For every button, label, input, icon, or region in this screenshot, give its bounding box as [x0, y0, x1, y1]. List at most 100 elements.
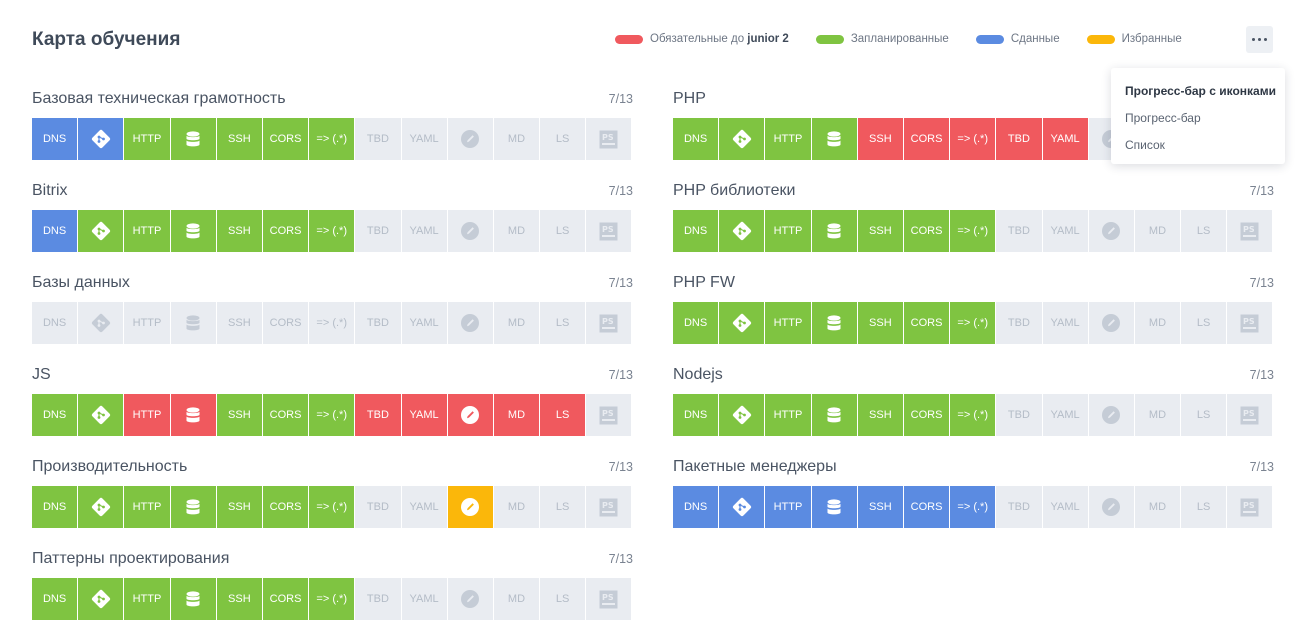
progress-cell[interactable]	[78, 118, 124, 160]
progress-cell[interactable]: LS	[540, 210, 586, 252]
progress-cell[interactable]: => (.*)	[950, 302, 996, 344]
progress-cell[interactable]: LS	[1181, 486, 1227, 528]
progress-cell[interactable]: SSH	[216, 394, 262, 436]
progress-cell[interactable]: TBD	[996, 210, 1042, 252]
progress-cell[interactable]	[719, 486, 765, 528]
progress-cell[interactable]: YAML	[1042, 486, 1088, 528]
progress-cell[interactable]	[170, 210, 216, 252]
progress-cell[interactable]: DNS	[673, 118, 719, 160]
progress-cell[interactable]: HTTP	[124, 578, 170, 620]
progress-cell[interactable]: TBD	[355, 394, 401, 436]
progress-cell[interactable]: SSH	[216, 210, 262, 252]
progress-cell[interactable]	[170, 118, 216, 160]
progress-cell[interactable]: SSH	[216, 486, 262, 528]
progress-cell[interactable]	[78, 210, 124, 252]
progress-cell[interactable]: LS	[1181, 394, 1227, 436]
progress-cell[interactable]: HTTP	[124, 118, 170, 160]
progress-cell[interactable]: PS	[1227, 394, 1273, 436]
progress-cell[interactable]: MD	[493, 394, 540, 436]
progress-cell[interactable]: DNS	[673, 486, 719, 528]
progress-cell[interactable]: YAML	[401, 486, 447, 528]
section-title[interactable]: Производительность	[32, 458, 187, 476]
progress-cell[interactable]: TBD	[355, 486, 401, 528]
progress-cell[interactable]	[170, 486, 216, 528]
progress-cell[interactable]	[170, 578, 216, 620]
progress-cell[interactable]: DNS	[673, 394, 719, 436]
progress-cell[interactable]: YAML	[1042, 118, 1088, 160]
progress-cell[interactable]: HTTP	[124, 210, 170, 252]
progress-cell[interactable]: MD	[1134, 302, 1181, 344]
progress-cell[interactable]: LS	[540, 486, 586, 528]
section-title[interactable]: JS	[32, 366, 51, 384]
progress-cell[interactable]: TBD	[996, 394, 1042, 436]
progress-cell[interactable]: SSH	[216, 118, 262, 160]
more-options-button[interactable]	[1246, 26, 1273, 53]
progress-cell[interactable]: => (.*)	[309, 302, 355, 344]
progress-cell[interactable]: HTTP	[124, 302, 170, 344]
progress-cell[interactable]	[1088, 394, 1134, 436]
progress-cell[interactable]: MD	[493, 118, 540, 160]
section-title[interactable]: PHP библиотеки	[673, 182, 795, 200]
progress-cell[interactable]: YAML	[401, 578, 447, 620]
progress-cell[interactable]	[1088, 302, 1134, 344]
progress-cell[interactable]: PS	[586, 118, 632, 160]
progress-cell[interactable]: MD	[493, 302, 540, 344]
progress-cell[interactable]: DNS	[32, 302, 78, 344]
progress-cell[interactable]: DNS	[32, 486, 78, 528]
progress-cell[interactable]	[811, 302, 857, 344]
progress-cell[interactable]: SSH	[857, 394, 903, 436]
progress-cell[interactable]: TBD	[996, 118, 1042, 160]
progress-cell[interactable]: => (.*)	[309, 210, 355, 252]
progress-cell[interactable]: YAML	[401, 394, 447, 436]
progress-cell[interactable]: LS	[540, 118, 586, 160]
progress-cell[interactable]: CORS	[262, 210, 309, 252]
progress-cell[interactable]: CORS	[903, 486, 950, 528]
progress-cell[interactable]: MD	[493, 578, 540, 620]
progress-cell[interactable]: TBD	[355, 578, 401, 620]
progress-cell[interactable]: PS	[586, 578, 632, 620]
progress-cell[interactable]: SSH	[857, 486, 903, 528]
progress-cell[interactable]: CORS	[262, 302, 309, 344]
progress-cell[interactable]: SSH	[216, 578, 262, 620]
progress-cell[interactable]: HTTP	[124, 394, 170, 436]
progress-cell[interactable]: YAML	[1042, 210, 1088, 252]
progress-cell[interactable]	[1088, 210, 1134, 252]
progress-cell[interactable]: MD	[1134, 394, 1181, 436]
progress-cell[interactable]: YAML	[401, 302, 447, 344]
progress-cell[interactable]	[719, 118, 765, 160]
progress-cell[interactable]: => (.*)	[950, 118, 996, 160]
progress-cell[interactable]: PS	[586, 394, 632, 436]
progress-cell[interactable]: SSH	[857, 302, 903, 344]
progress-cell[interactable]	[811, 486, 857, 528]
progress-cell[interactable]: SSH	[216, 302, 262, 344]
progress-cell[interactable]: DNS	[32, 394, 78, 436]
progress-cell[interactable]: CORS	[262, 118, 309, 160]
progress-cell[interactable]	[811, 210, 857, 252]
progress-cell[interactable]	[170, 394, 216, 436]
progress-cell[interactable]	[719, 394, 765, 436]
progress-cell[interactable]: MD	[493, 486, 540, 528]
progress-cell[interactable]: => (.*)	[950, 394, 996, 436]
progress-cell[interactable]	[447, 486, 493, 528]
menu-item-progress-icons[interactable]: Прогресс-бар с иконками	[1111, 78, 1285, 105]
progress-cell[interactable]: SSH	[857, 118, 903, 160]
progress-cell[interactable]: => (.*)	[950, 210, 996, 252]
progress-cell[interactable]	[811, 118, 857, 160]
progress-cell[interactable]: CORS	[903, 302, 950, 344]
progress-cell[interactable]: => (.*)	[309, 118, 355, 160]
section-title[interactable]: Базовая техническая грамотность	[32, 90, 286, 108]
section-title[interactable]: Bitrix	[32, 182, 68, 200]
progress-cell[interactable]: LS	[540, 394, 586, 436]
progress-cell[interactable]	[447, 118, 493, 160]
progress-cell[interactable]	[447, 394, 493, 436]
section-title[interactable]: Пакетные менеджеры	[673, 458, 837, 476]
progress-cell[interactable]: LS	[540, 578, 586, 620]
progress-cell[interactable]: MD	[1134, 486, 1181, 528]
progress-cell[interactable]	[447, 578, 493, 620]
progress-cell[interactable]: CORS	[262, 394, 309, 436]
progress-cell[interactable]: MD	[493, 210, 540, 252]
progress-cell[interactable]: CORS	[262, 578, 309, 620]
progress-cell[interactable]	[719, 302, 765, 344]
progress-cell[interactable]	[78, 578, 124, 620]
progress-cell[interactable]: LS	[540, 302, 586, 344]
